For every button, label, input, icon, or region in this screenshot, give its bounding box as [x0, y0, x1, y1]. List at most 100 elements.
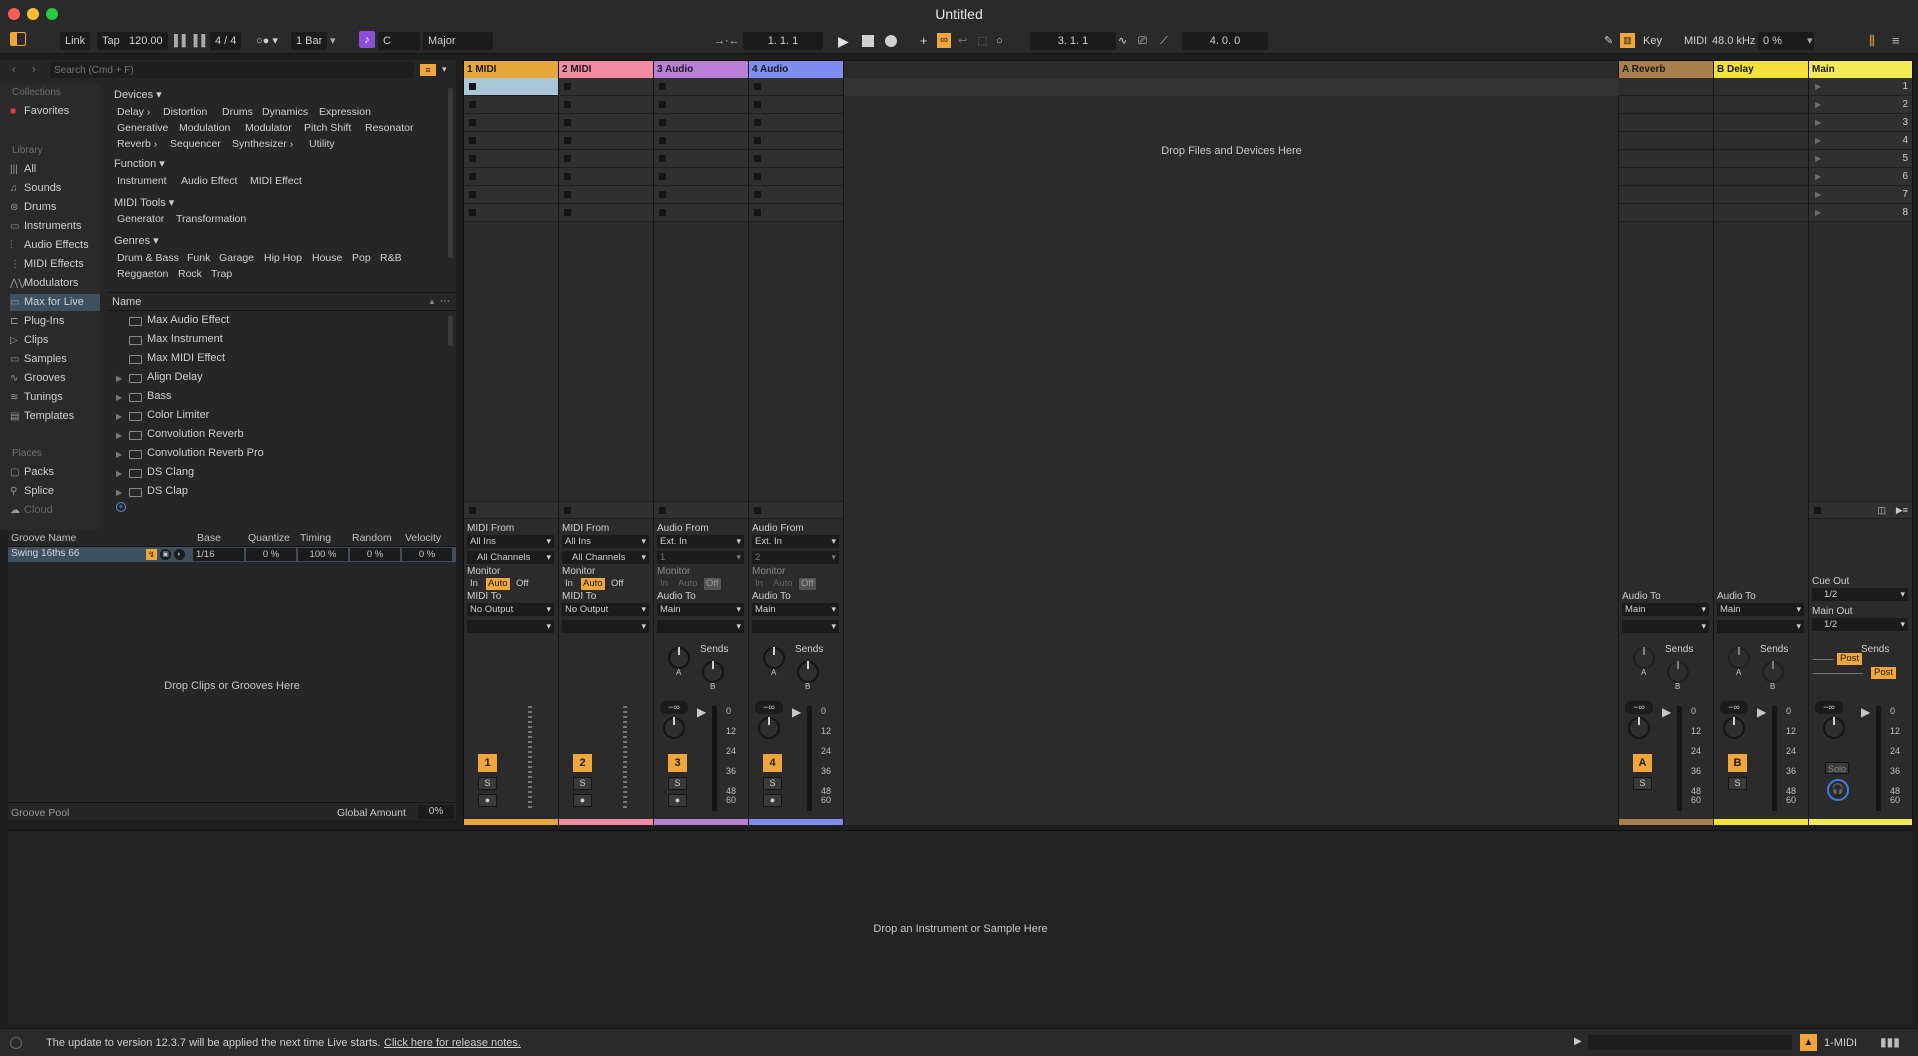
- monitor-auto-button[interactable]: Auto: [771, 578, 795, 590]
- clip-slot[interactable]: [559, 150, 653, 168]
- commit-icon[interactable]: ◐: [174, 549, 185, 560]
- close-window-button[interactable]: [8, 8, 20, 20]
- stop-icon[interactable]: [862, 35, 874, 47]
- chip-dynamics[interactable]: Dynamics: [259, 105, 311, 119]
- library-tunings[interactable]: ≋ Tunings: [10, 389, 100, 406]
- places-packs[interactable]: ▢ Packs: [10, 464, 100, 481]
- list-scrollbar[interactable]: [448, 316, 453, 346]
- name-column-header[interactable]: Name: [112, 296, 141, 308]
- base-select[interactable]: 1/16: [193, 548, 244, 561]
- library-plug-ins[interactable]: ⊏ Plug-Ins: [10, 313, 100, 330]
- library-templates[interactable]: ▤ Templates: [10, 408, 100, 425]
- monitor-off-button[interactable]: Off: [704, 578, 721, 590]
- send-a-knob[interactable]: [1728, 647, 1750, 669]
- track-header[interactable]: 3 Audio: [654, 61, 748, 78]
- input-channel-select[interactable]: 1: [657, 551, 744, 564]
- pan-knob[interactable]: [1823, 717, 1845, 739]
- sort-icon[interactable]: ▲: [428, 297, 436, 306]
- library-max-for-live[interactable]: ▭ Max for Live: [10, 294, 100, 311]
- midi-channel-select[interactable]: All Channels: [467, 551, 554, 564]
- pan-knob[interactable]: [1628, 717, 1650, 739]
- detail-view[interactable]: Drop an Instrument or Sample Here: [8, 830, 1913, 1025]
- midi-to-channel[interactable]: [562, 620, 649, 633]
- volume-fader-handle[interactable]: ▶: [697, 705, 706, 719]
- device-view-icon[interactable]: ▮▮▮: [1880, 1035, 1900, 1049]
- expand-arrow-icon[interactable]: ▶: [116, 393, 122, 402]
- list-item[interactable]: Color Limiter: [147, 407, 209, 424]
- expand-arrow-icon[interactable]: ▶: [116, 374, 122, 383]
- arm-button[interactable]: ●: [478, 794, 497, 807]
- volume-display[interactable]: −∞: [660, 701, 688, 714]
- monitor-off-button[interactable]: Off: [799, 578, 816, 590]
- list-item[interactable]: Bass: [147, 388, 171, 405]
- library-all[interactable]: ||| All: [10, 161, 100, 178]
- chip-distortion[interactable]: Distortion: [160, 105, 210, 119]
- arm-button[interactable]: ●: [763, 794, 782, 807]
- clip-slot[interactable]: [464, 168, 558, 186]
- library-samples[interactable]: ▭ Samples: [10, 351, 100, 368]
- minimize-window-button[interactable]: [27, 8, 39, 20]
- audio-to-channel[interactable]: [1717, 620, 1804, 633]
- session-record-icon[interactable]: ○: [996, 32, 1003, 50]
- key-map-button[interactable]: Key: [1643, 32, 1662, 50]
- return-activator-button[interactable]: B: [1728, 754, 1747, 772]
- clip-slot[interactable]: [654, 150, 748, 168]
- chip-sequencer[interactable]: Sequencer: [167, 137, 224, 151]
- monitor-auto-button[interactable]: Auto: [676, 578, 700, 590]
- chip-generator[interactable]: Generator: [114, 212, 167, 226]
- solo-button[interactable]: S: [668, 777, 687, 790]
- function-filter-header[interactable]: Function ▾: [114, 157, 165, 170]
- scene-4[interactable]: ▶ 4: [1809, 132, 1912, 150]
- send-a-knob[interactable]: [763, 647, 785, 669]
- global-amount-field[interactable]: 0%: [418, 805, 454, 819]
- track-header[interactable]: 4 Audio: [749, 61, 843, 78]
- add-icon[interactable]: +: [116, 502, 126, 512]
- library-modulators[interactable]: ⋀⋁Modulators: [10, 275, 100, 292]
- hot-swap-icon[interactable]: ↯: [146, 549, 157, 560]
- chip-drum-and-bass[interactable]: Drum & Bass: [114, 251, 182, 265]
- library-clips[interactable]: ▷ Clips: [10, 332, 100, 349]
- info-icon[interactable]: [10, 1037, 22, 1049]
- pan-knob[interactable]: [663, 717, 685, 739]
- track-activator-button[interactable]: 2: [573, 754, 592, 772]
- timing-value[interactable]: 100 %: [298, 548, 348, 561]
- clip-slot[interactable]: [749, 78, 843, 96]
- chip-garage[interactable]: Garage: [216, 251, 257, 265]
- clip-slot[interactable]: [559, 168, 653, 186]
- chip-generative[interactable]: Generative: [114, 121, 171, 135]
- clip-slot[interactable]: [654, 78, 748, 96]
- volume-display[interactable]: −∞: [1720, 701, 1748, 714]
- clip-slot[interactable]: [464, 132, 558, 150]
- quantize-value[interactable]: 0 %: [246, 548, 296, 561]
- scene-3[interactable]: ▶ 3: [1809, 114, 1912, 132]
- audio-from-select[interactable]: Ext. In: [752, 535, 839, 548]
- chip-synthesizer[interactable]: Synthesizer ›: [229, 137, 296, 151]
- arm-button[interactable]: ●: [668, 794, 687, 807]
- solo-button[interactable]: S: [763, 777, 782, 790]
- track-header[interactable]: Main: [1809, 61, 1912, 78]
- monitor-off-button[interactable]: Off: [514, 578, 531, 590]
- volume-fader-handle[interactable]: ▶: [1662, 705, 1671, 719]
- library-grooves[interactable]: ∿ Grooves: [10, 370, 100, 387]
- audio-to-select[interactable]: Main: [1622, 603, 1709, 616]
- midi-to-select[interactable]: No Output: [562, 603, 649, 616]
- back-icon[interactable]: ‹: [12, 64, 16, 76]
- clip-slot[interactable]: [464, 150, 558, 168]
- list-item[interactable]: Convolution Reverb: [147, 426, 244, 443]
- nudge-icon[interactable]: ▌▌▐▐: [174, 32, 205, 50]
- volume-display[interactable]: −∞: [1625, 701, 1653, 714]
- audio-to-channel[interactable]: [657, 620, 744, 633]
- solo-button[interactable]: S: [478, 777, 497, 790]
- clip-slot[interactable]: [749, 96, 843, 114]
- track-activator-button[interactable]: 1: [478, 754, 497, 772]
- list-item[interactable]: Convolution Reverb Pro: [147, 445, 264, 462]
- forward-icon[interactable]: ›: [32, 64, 36, 76]
- chip-modulator[interactable]: Modulator: [242, 121, 295, 135]
- overdub-icon[interactable]: +: [920, 32, 928, 50]
- midi-map-button[interactable]: MIDI: [1684, 32, 1707, 50]
- automation-arm-icon[interactable]: ∞: [937, 33, 951, 48]
- audio-to-select[interactable]: Main: [657, 603, 744, 616]
- scene-2[interactable]: ▶ 2: [1809, 96, 1912, 114]
- session-view-icon[interactable]: ⫼: [1869, 32, 1875, 50]
- stop-clips-slot[interactable]: [464, 501, 558, 519]
